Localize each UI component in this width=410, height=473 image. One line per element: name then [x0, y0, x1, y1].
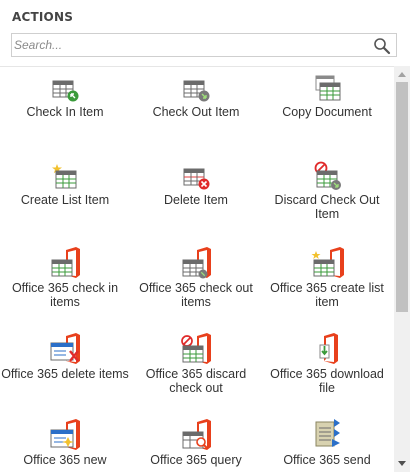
vertical-scrollbar[interactable] — [394, 66, 410, 472]
search-box[interactable] — [11, 33, 397, 57]
discard-check-out-item-icon — [314, 161, 341, 190]
office365-send-icon — [315, 419, 340, 447]
scroll-down-arrow-icon[interactable] — [398, 461, 406, 466]
action-delete-item[interactable]: Delete Item — [132, 167, 260, 207]
check-in-item-icon — [52, 80, 79, 102]
action-label: Discard Check Out Item — [274, 193, 380, 221]
action-label: Copy Document — [282, 105, 372, 119]
scroll-up-arrow-icon[interactable] — [398, 72, 406, 77]
action-label: Office 365 download file — [270, 367, 384, 395]
action-label: Office 365 create list item — [270, 281, 384, 309]
action-label: Check In Item — [26, 105, 104, 119]
office365-query-icon — [182, 419, 211, 450]
search-input[interactable] — [14, 36, 366, 54]
action-office365-discard-check-out[interactable]: Office 365 discard check out — [132, 333, 260, 395]
action-discard-check-out-item[interactable]: Discard Check Out Item — [263, 161, 391, 221]
action-office365-delete-items[interactable]: Office 365 delete items — [1, 333, 129, 381]
create-list-item-icon — [52, 164, 77, 189]
actions-grid: Check In Item Check Out Item Copy Docume… — [0, 66, 395, 473]
action-create-list-item[interactable]: Create List Item — [1, 163, 129, 207]
action-office365-query[interactable]: Office 365 query — [132, 419, 260, 467]
office365-discard-check-out-icon — [181, 333, 211, 364]
action-label: Office 365 check in items — [11, 281, 119, 309]
action-office365-check-out[interactable]: Office 365 check out items — [132, 247, 260, 309]
action-office365-send[interactable]: Office 365 send — [263, 417, 391, 467]
action-label: Office 365 discard check out — [145, 367, 247, 395]
delete-item-icon — [183, 168, 210, 190]
action-label: Office 365 delete items — [1, 367, 129, 381]
action-label: Office 365 new — [23, 453, 107, 467]
office365-delete-items-icon — [50, 333, 80, 364]
action-label: Delete Item — [164, 193, 228, 207]
action-office365-check-in[interactable]: Office 365 check in items — [1, 247, 129, 309]
action-check-out-item[interactable]: Check Out Item — [132, 79, 260, 119]
action-label: Office 365 check out items — [139, 281, 253, 309]
action-label: Create List Item — [20, 193, 110, 207]
action-office365-download-file[interactable]: Office 365 download file — [263, 333, 391, 395]
action-check-in-item[interactable]: Check In Item — [1, 79, 129, 119]
action-label: Office 365 query — [150, 453, 242, 467]
scrollbar-thumb[interactable] — [396, 82, 408, 312]
action-office365-create-list-item[interactable]: Office 365 create list item — [263, 247, 391, 309]
action-office365-new[interactable]: Office 365 new — [1, 419, 129, 467]
search-icon[interactable] — [373, 37, 391, 55]
office365-new-icon — [50, 419, 80, 450]
office365-create-list-item-icon — [311, 247, 344, 278]
copy-document-icon — [315, 75, 341, 101]
office365-check-out-icon — [182, 247, 211, 279]
office365-download-file-icon — [319, 333, 338, 364]
office365-check-in-icon — [51, 247, 80, 278]
check-out-item-icon — [183, 80, 210, 102]
action-copy-document[interactable]: Copy Document — [263, 75, 391, 119]
action-label: Office 365 send — [283, 453, 371, 467]
panel-title: ACTIONS — [12, 10, 74, 24]
action-label: Check Out Item — [152, 105, 240, 119]
